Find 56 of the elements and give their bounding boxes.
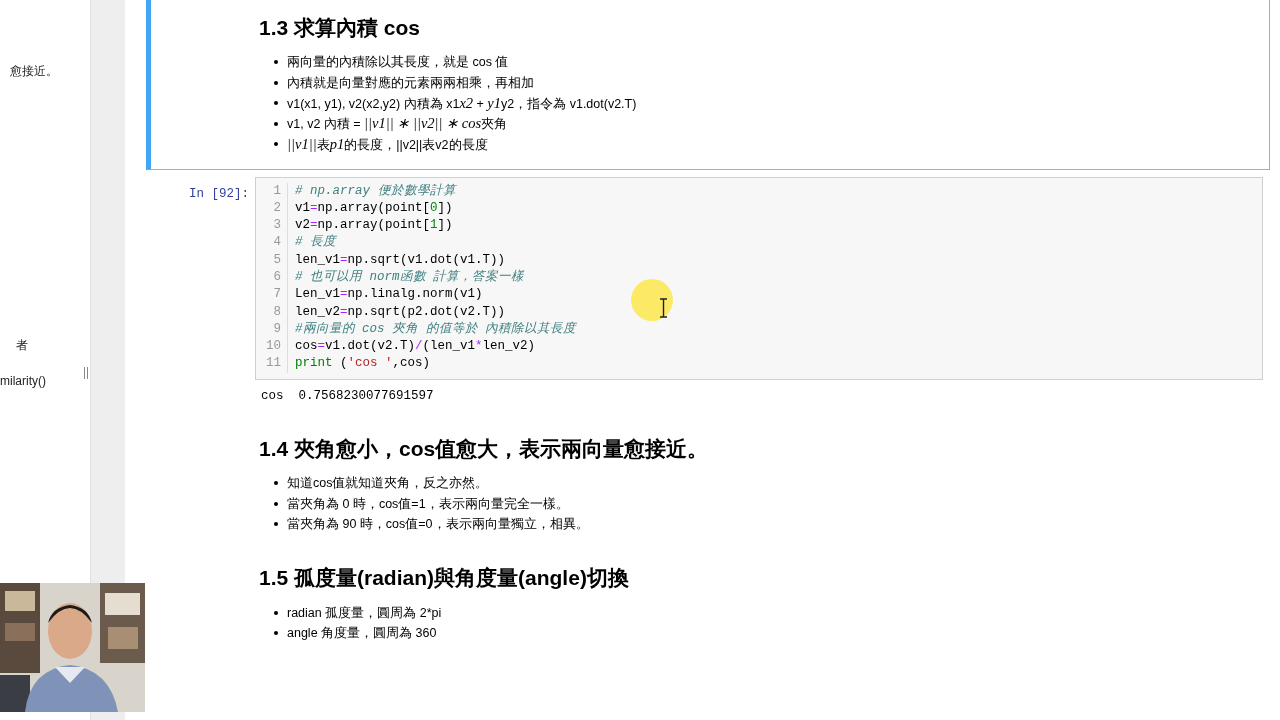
markdown-cell[interactable]: 1.3 求算內積 cos 兩向量的內積除以其長度，就是 cos 值 內積就是向量對應的元素兩兩相乘，再相加 v1(x1, y1), v2(x2,y2) 內積為 x1x2 + y1y2，指令為 v1.dot(v2.T) v1, v2 內積 = ||v1|| ∗ ||v2|| ∗ cos夾角 ||v1||表p1的長度，||v2||表v2的長度: [146, 0, 1270, 170]
bullet-icon: [274, 481, 278, 485]
bullet-text: 內積就是向量對應的元素兩兩相乘，再相加: [287, 74, 534, 92]
markdown-cell[interactable]: 1.4 夾角愈小，cos值愈大，表示兩向量愈接近。 知道cos值就知道夾角，反之亦然。 當夾角為 0 時，cos值=1，表示兩向量完全一樣。 當夾角為 90 時，cos值=0，表示兩向量獨立，相異。: [146, 419, 1270, 550]
bullet-icon: [274, 631, 278, 635]
text-cursor-icon: [659, 298, 668, 318]
bullet-icon: [274, 522, 278, 526]
code-line: cos=v1.dot(v2.T)/(len_v1*len_v2): [295, 338, 536, 356]
bullet-icon: [274, 501, 278, 506]
code-editor[interactable]: [255, 176, 1263, 380]
code-line: # 也可以用 norm函數 計算，答案一樣: [295, 269, 524, 286]
bullet-text: 知道cos值就知道夾角，反之亦然。: [287, 475, 489, 492]
toc-item[interactable]: 愈接近。: [10, 63, 58, 80]
line-number: 9: [272, 320, 281, 338]
code-line: print ('cos ',cos): [295, 355, 431, 373]
markdown-cell[interactable]: 1.5 孤度量(radian)與角度量(angle)切換 radian 孤度量，圓周為 2*pi angle 角度量，圓周為 360: [146, 549, 1270, 659]
bullet-icon: [274, 80, 278, 85]
code-line: # 長度: [295, 234, 336, 252]
line-number: 10: [265, 338, 281, 356]
bullet-text: 兩向量的內積除以其長度，就是 cos 值: [287, 54, 509, 72]
section-heading: 1.4 夾角愈小，cos值愈大，表示兩向量愈接近。: [259, 435, 710, 462]
bullet-icon: [274, 610, 278, 615]
bullet-icon: [274, 60, 278, 65]
cell-output: cos 0.7568230077691597: [260, 387, 435, 405]
bullet-text: angle 角度量，圓周為 360: [287, 625, 437, 642]
line-number: 1: [272, 182, 281, 200]
code-line: v1=np.array(point[0]): [295, 199, 453, 217]
bullet-text: 當夾角為 90 時，cos值=0，表示兩向量獨立，相異。: [287, 516, 589, 533]
line-number: 2: [272, 199, 281, 217]
line-number: 6: [272, 269, 281, 286]
bullet-icon: [274, 101, 278, 106]
line-number: 5: [272, 251, 281, 269]
code-line: # np.array 便於數學計算: [295, 182, 456, 200]
bullet-text: v1(x1, y1), v2(x2,y2) 內積為 x1x2 + y1y2，指令為 v1.dot(v2.T): [287, 93, 637, 113]
resize-handle-icon[interactable]: [84, 367, 88, 379]
code-line: len_v1=np.sqrt(v1.dot(v1.T)): [295, 251, 506, 269]
section-heading: 1.3 求算內積 cos: [259, 15, 422, 41]
toc-item[interactable]: milarity(): [0, 374, 46, 388]
bullet-text: radian 孤度量，圓周為 2*pi: [287, 604, 442, 622]
bullet-icon: [274, 142, 278, 147]
line-number: 3: [272, 217, 281, 235]
code-line: Len_v1=np.linalg.norm(v1): [295, 286, 483, 304]
line-number: 4: [272, 234, 281, 252]
code-line: v2=np.array(point[1]): [295, 217, 453, 234]
bullet-text: ||v1||表p1的長度，||v2||表v2的長度: [287, 134, 488, 154]
line-number: 8: [272, 303, 281, 321]
bullet-icon: [274, 121, 278, 126]
input-prompt: In [92]:: [188, 185, 250, 203]
section-heading: 1.5 孤度量(radian)與角度量(angle)切換: [259, 565, 630, 592]
code-line: #兩向量的 cos 夾角 的值等於 內積除以其長度: [295, 320, 576, 338]
bullet-text: 當夾角為 0 時，cos值=1，表示兩向量完全一樣。: [287, 495, 569, 513]
code-line: len_v2=np.sqrt(p2.dot(v2.T)): [295, 303, 506, 321]
bullet-text: v1, v2 內積 = ||v1|| ∗ ||v2|| ∗ cos夾角: [287, 114, 508, 134]
line-number: 11: [265, 355, 281, 373]
toc-item[interactable]: 者: [16, 337, 28, 354]
line-number: 7: [272, 286, 281, 304]
